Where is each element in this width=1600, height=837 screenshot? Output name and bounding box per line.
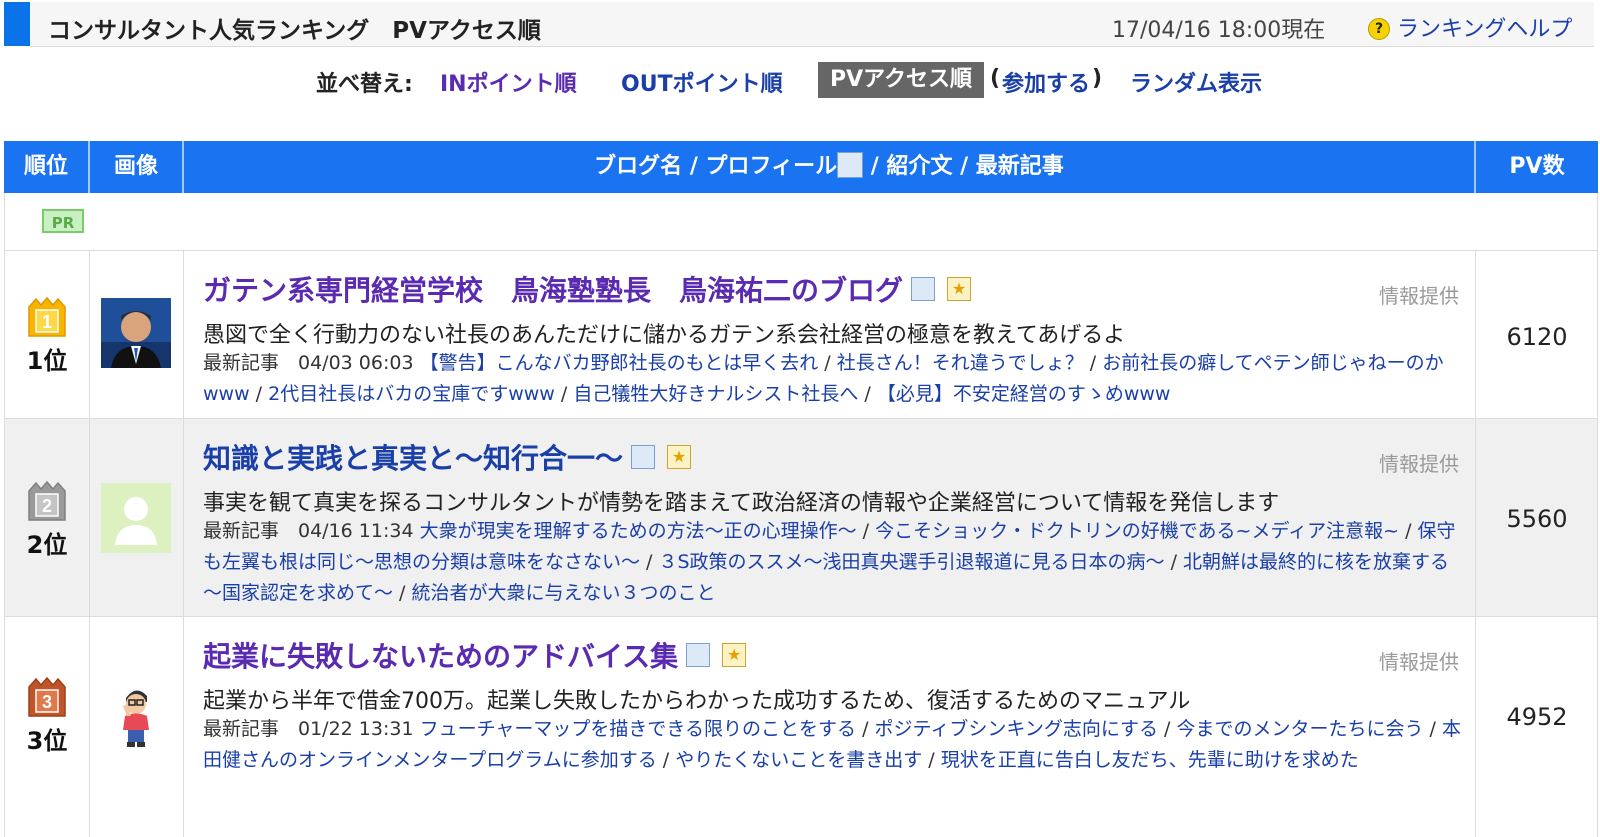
pv-count: 6120: [1506, 323, 1568, 351]
join-paren-open: (: [990, 66, 1001, 91]
column-divider: [89, 419, 90, 616]
profile-icon: [837, 152, 864, 178]
rank-label: 3位: [26, 727, 68, 755]
article-link[interactable]: 現状を正直に告白し友だち、先輩に助けを求めた: [941, 749, 1359, 771]
column-divider: [1475, 251, 1476, 418]
col-blog-header-a: ブログ名 / プロフィール: [594, 154, 838, 179]
latest-article-date: 最新記事 01/22 13:31: [203, 718, 414, 740]
article-link[interactable]: 【警告】こんなバカ野郎社長のもとは早く去れ: [420, 352, 819, 374]
col-rank-header: 順位: [23, 154, 68, 179]
rank-crown-number: 1: [42, 312, 52, 332]
blog-title-text: 起業に失敗しないためのアドバイス集: [203, 640, 679, 673]
article-link[interactable]: 大衆が現実を理解するための方法～正の心理操作～: [420, 520, 857, 542]
column-divider: [183, 251, 184, 418]
col-image-header: 画像: [113, 154, 158, 179]
pv-count: 5560: [1506, 505, 1568, 533]
join-paren-close: ): [1092, 66, 1103, 91]
ranking-help-link[interactable]: ランキングヘルプ: [1397, 11, 1572, 43]
sort-label: 並べ替え:: [316, 72, 413, 97]
default-avatar-thumbnail[interactable]: [101, 483, 171, 553]
sort-random-link[interactable]: ランダム表示: [1130, 66, 1262, 98]
table-header: 順位 画像 ブログ名 / プロフィール / 紹介文 / 最新記事 PV数: [4, 141, 1598, 193]
page-title: コンサルタント人気ランキング PVアクセス順: [48, 18, 541, 44]
info-provided-link[interactable]: 情報提供: [1379, 448, 1459, 477]
cartoon-avatar-thumbnail[interactable]: [101, 680, 171, 750]
blog-title-link[interactable]: 起業に失敗しないためのアドバイス集 ★: [203, 635, 747, 675]
article-link[interactable]: 2代目社長はバカの宝庫ですwww: [268, 383, 555, 405]
pr-row: PR: [4, 193, 1598, 251]
column-divider: [89, 251, 90, 418]
blog-description: 起業から半年で借金700万。起業し失敗したからわかった成功するため、復活するため…: [203, 689, 1191, 714]
join-link[interactable]: 参加する: [1002, 66, 1090, 98]
latest-article-date: 最新記事 04/16 11:34: [203, 520, 414, 542]
column-divider: [1475, 617, 1476, 837]
table-row: 2 2位 知識と実践と真実と～知行合一～ ★ 情報提供 事実を観て真実を探るコンサ…: [4, 419, 1598, 617]
article-link[interactable]: フューチャーマップを描きできる限りのことをする: [420, 718, 856, 740]
article-link[interactable]: ポジティブシンキング志向にする: [875, 718, 1158, 740]
article-link[interactable]: 社長さん！それ違うでしょ？: [837, 352, 1084, 374]
rank-crown-bronze-icon: 3: [28, 677, 66, 717]
pr-badge[interactable]: PR: [42, 209, 84, 233]
help-icon[interactable]: ?: [1368, 18, 1390, 40]
blogger-photo-thumbnail[interactable]: [101, 298, 171, 368]
blog-title-link[interactable]: ガテン系専門経営学校 鳥海塾塾長 鳥海祐二のブログ ★: [203, 269, 972, 309]
latest-articles: 最新記事 01/22 13:31 フューチャーマップを描きできる限りのことをする…: [203, 718, 1462, 771]
latest-articles: 最新記事 04/16 11:34 大衆が現実を理解するための方法～正の心理操作～…: [203, 520, 1456, 604]
col-pv-header: PV数: [1509, 154, 1565, 179]
column-divider: [1475, 419, 1476, 616]
star-icon[interactable]: ★: [722, 643, 747, 667]
blog-title-link[interactable]: 知識と実践と真実と～知行合一～ ★: [203, 437, 692, 477]
column-divider: [89, 617, 90, 837]
blog-title-text: 知識と実践と真実と～知行合一～: [203, 442, 624, 475]
pv-count: 4952: [1506, 703, 1568, 731]
column-divider: [183, 419, 184, 616]
article-link[interactable]: ３S政策のススメ～浅田真央選手引退報道に見る日本の病～: [659, 551, 1165, 573]
star-icon[interactable]: ★: [947, 277, 972, 301]
article-link[interactable]: 今までのメンターたちに会う: [1177, 718, 1424, 740]
rank-crown-number: 2: [42, 496, 52, 516]
profile-icon[interactable]: [631, 445, 656, 469]
rank-crown-gold-icon: 1: [28, 297, 66, 337]
table-row: 1 1位 ガテン系専門経営学校 鳥海塾塾長 鳥海祐二のブログ ★ 情報提供 愚図で…: [4, 251, 1598, 419]
article-link[interactable]: 【必見】不安定経営のすゝめwww: [877, 383, 1171, 405]
col-blog-header-b: / 紹介文 / 最新記事: [863, 154, 1064, 179]
article-link[interactable]: 今こそショック・ドクトリンの好機である~メディア注意報~: [875, 520, 1399, 542]
blog-description: 愚図で全く行動力のない社長のあんただけに儲かるガテン系会社経営の極意を教えてあげ…: [203, 323, 1126, 348]
article-link[interactable]: 自己犠牲大好きナルシスト社長へ: [573, 383, 858, 405]
col-blog-header: ブログ名 / プロフィール / 紹介文 / 最新記事: [184, 141, 1474, 193]
blog-title-text: ガテン系専門経営学校 鳥海塾塾長 鳥海祐二のブログ: [203, 274, 904, 307]
rank-crown-number: 3: [42, 692, 52, 712]
sort-bar: 並べ替え: INポイント順 OUTポイント順 PVアクセス順 ( 参加する ) …: [0, 60, 1600, 100]
info-provided-link[interactable]: 情報提供: [1379, 646, 1459, 675]
rank-label: 1位: [26, 347, 68, 375]
table-row: 3 3位 起業に失敗しないためのアドバイス集 ★ 情報提供 起業から半年で借金70…: [4, 617, 1598, 837]
rank-crown-silver-icon: 2: [28, 481, 66, 521]
sort-out-points-link[interactable]: OUTポイント順: [621, 66, 783, 98]
ranking-timestamp: 17/04/16 18:00現在: [1112, 18, 1326, 43]
latest-articles: 最新記事 04/03 06:03 【警告】こんなバカ野郎社長のもとは早く去れ /…: [203, 352, 1444, 405]
ranking-header: コンサルタント人気ランキング PVアクセス順 17/04/16 18:00現在 …: [0, 0, 1600, 48]
column-divider: [183, 617, 184, 837]
sort-in-points-link[interactable]: INポイント順: [440, 66, 577, 98]
rank-label: 2位: [26, 531, 68, 559]
header-box: コンサルタント人気ランキング PVアクセス順 17/04/16 18:00現在 …: [30, 2, 1594, 47]
blog-description: 事実を観て真実を探るコンサルタントが情勢を踏まえて政治経済の情報や企業経営につい…: [203, 491, 1280, 516]
profile-icon[interactable]: [686, 643, 711, 667]
article-link[interactable]: 統治者が大衆に与えない３つのこと: [412, 582, 716, 604]
sort-pv-access-active: PVアクセス順: [818, 62, 985, 98]
article-link[interactable]: やりたくないことを書き出す: [675, 749, 922, 771]
header-accent-bar: [4, 2, 30, 46]
profile-icon[interactable]: [911, 277, 936, 301]
star-icon[interactable]: ★: [667, 445, 692, 469]
latest-article-date: 最新記事 04/03 06:03: [203, 352, 414, 374]
info-provided-link[interactable]: 情報提供: [1379, 280, 1459, 309]
